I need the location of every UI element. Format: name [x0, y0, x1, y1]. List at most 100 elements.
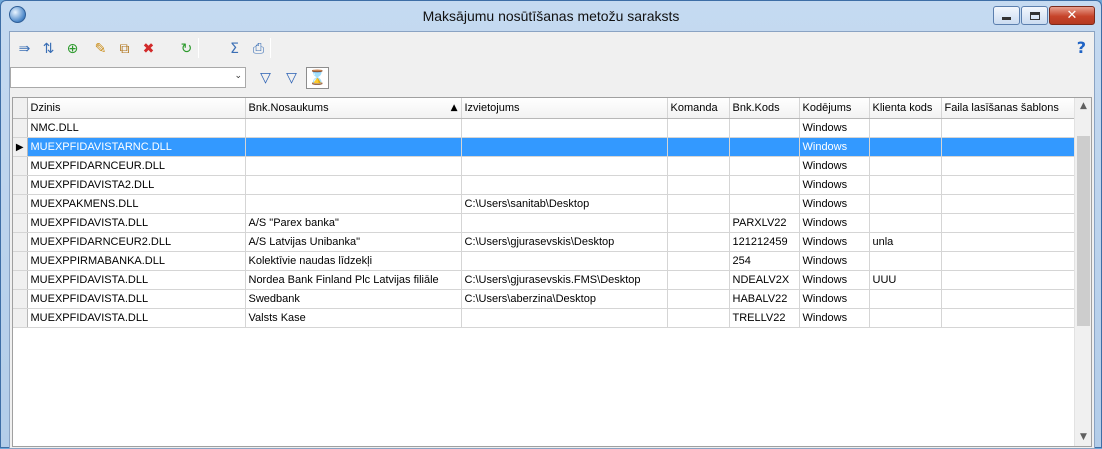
table-cell[interactable]: MUEXPFIDAVISTARNC.DLL	[27, 137, 246, 157]
row-indicator[interactable]	[13, 232, 28, 252]
table-cell[interactable]	[941, 156, 1076, 176]
table-cell[interactable]: TRELLV22	[729, 308, 800, 328]
table-cell[interactable]: 121212459	[729, 232, 800, 252]
row-indicator[interactable]: ▶	[13, 137, 28, 157]
table-row[interactable]: MUEXPFIDAVISTA.DLL Valsts Kase TRELLV22 Win…	[13, 308, 1076, 328]
table-cell[interactable]: Windows	[799, 137, 870, 157]
table-cell[interactable]: C:\Users\aberzina\Desktop	[461, 289, 668, 309]
table-cell[interactable]	[869, 251, 942, 271]
table-cell[interactable]	[667, 232, 730, 252]
table-row[interactable]: MUEXPFIDAVISTA.DLL Swedbank C:\Users\aberz…	[13, 289, 1076, 309]
table-cell[interactable]: HABALV22	[729, 289, 800, 309]
table-row[interactable]: ▶ MUEXPFIDAVISTARNC.DLL Windows	[13, 137, 1076, 157]
new-record-button[interactable]: ⊕	[62, 38, 83, 59]
column-header[interactable]: Bnk.Nosaukums ▲	[245, 98, 462, 119]
edit-button[interactable]: ✎	[90, 38, 111, 59]
table-cell[interactable]	[941, 232, 1076, 252]
table-row[interactable]: MUEXPFIDAVISTA.DLL Nordea Bank Finland Pl…	[13, 270, 1076, 290]
table-cell[interactable]	[667, 156, 730, 176]
table-cell[interactable]	[461, 118, 668, 138]
table-cell[interactable]	[729, 194, 800, 214]
table-cell[interactable]: A/S "Parex banka"	[245, 213, 462, 233]
table-cell[interactable]	[667, 194, 730, 214]
table-cell[interactable]	[869, 137, 942, 157]
table-cell[interactable]	[667, 213, 730, 233]
table-cell[interactable]: MUEXPFIDARNCEUR2.DLL	[27, 232, 246, 252]
table-cell[interactable]: Windows	[799, 308, 870, 328]
scroll-down-icon[interactable]: ▼	[1075, 429, 1091, 446]
table-cell[interactable]: MUEXPFIDAVISTA.DLL	[27, 270, 246, 290]
table-cell[interactable]: Windows	[799, 175, 870, 195]
scroll-thumb[interactable]	[1077, 136, 1090, 326]
table-cell[interactable]: Windows	[799, 270, 870, 290]
table-cell[interactable]	[245, 118, 462, 138]
table-cell[interactable]: Kolektīvie naudas līdzekļi	[245, 251, 462, 271]
close-button[interactable]: ✕	[1049, 6, 1095, 25]
table-cell[interactable]: MUEXPFIDAVISTA.DLL	[27, 289, 246, 309]
row-indicator[interactable]	[13, 118, 28, 138]
table-cell[interactable]: unla	[869, 232, 942, 252]
column-header[interactable]: Klienta kods	[869, 98, 942, 119]
table-cell[interactable]: MUEXPAKMENS.DLL	[27, 194, 246, 214]
column-header[interactable]: Bnk.Kods	[729, 98, 800, 119]
table-cell[interactable]	[667, 251, 730, 271]
table-cell[interactable]: MUEXPFIDAVISTA2.DLL	[27, 175, 246, 195]
table-cell[interactable]: Windows	[799, 213, 870, 233]
table-cell[interactable]	[461, 156, 668, 176]
table-cell[interactable]	[245, 175, 462, 195]
filter-edit-button[interactable]: ▽	[280, 67, 303, 89]
refresh-button[interactable]: ↻	[176, 38, 197, 59]
table-cell[interactable]	[667, 137, 730, 157]
help-icon[interactable]: ?	[1077, 38, 1086, 57]
table-cell[interactable]: Nordea Bank Finland Plc Latvijas filiāle	[245, 270, 462, 290]
table-cell[interactable]: C:\Users\gjurasevskis.FMS\Desktop	[461, 270, 668, 290]
table-cell[interactable]: MUEXPPIRMABANKA.DLL	[27, 251, 246, 271]
table-cell[interactable]	[869, 213, 942, 233]
table-cell[interactable]: A/S Latvijas Unibanka"	[245, 232, 462, 252]
copy-button[interactable]: ⧉	[114, 38, 135, 59]
table-cell[interactable]: Windows	[799, 156, 870, 176]
row-indicator[interactable]	[13, 175, 28, 195]
clear-filter-button[interactable]: ⌛	[306, 67, 329, 89]
table-cell[interactable]	[941, 194, 1076, 214]
table-cell[interactable]: Windows	[799, 232, 870, 252]
table-cell[interactable]	[869, 194, 942, 214]
table-row[interactable]: MUEXPFIDARNCEUR2.DLL A/S Latvijas Unibank…	[13, 232, 1076, 252]
row-indicator[interactable]	[13, 156, 28, 176]
sum-button[interactable]: Σ	[224, 38, 245, 59]
table-cell[interactable]	[941, 270, 1076, 290]
table-cell[interactable]	[869, 289, 942, 309]
table-cell[interactable]	[461, 137, 668, 157]
table-row[interactable]: MUEXPPIRMABANKA.DLL Kolektīvie naudas līd…	[13, 251, 1076, 271]
table-cell[interactable]: Windows	[799, 251, 870, 271]
table-cell[interactable]: Windows	[799, 194, 870, 214]
table-cell[interactable]: MUEXPFIDARNCEUR.DLL	[27, 156, 246, 176]
table-row[interactable]: MUEXPFIDAVISTA.DLL A/S "Parex banka" PARXL…	[13, 213, 1076, 233]
row-indicator[interactable]	[13, 308, 28, 328]
maximize-button[interactable]	[1021, 6, 1048, 25]
table-cell[interactable]	[667, 175, 730, 195]
table-row[interactable]: NMC.DLL Windows	[13, 118, 1076, 138]
sort-button[interactable]: ⇅	[38, 38, 59, 59]
table-cell[interactable]	[941, 137, 1076, 157]
row-indicator[interactable]	[13, 251, 28, 271]
table-cell[interactable]: C:\Users\sanitab\Desktop	[461, 194, 668, 214]
print-button[interactable]: ⎙	[248, 38, 269, 59]
table-cell[interactable]	[667, 118, 730, 138]
table-cell[interactable]	[461, 251, 668, 271]
export-button[interactable]: ⇛	[14, 38, 35, 59]
table-cell[interactable]: NMC.DLL	[27, 118, 246, 138]
table-cell[interactable]	[729, 137, 800, 157]
table-cell[interactable]: Valsts Kase	[245, 308, 462, 328]
table-cell[interactable]	[869, 118, 942, 138]
delete-button[interactable]: ✖	[138, 38, 159, 59]
column-header[interactable]: Komanda	[667, 98, 730, 119]
table-row[interactable]: MUEXPAKMENS.DLL C:\Users\sanitab\Desktop W…	[13, 194, 1076, 214]
row-indicator[interactable]	[13, 194, 28, 214]
table-cell[interactable]: C:\Users\gjurasevskis\Desktop	[461, 232, 668, 252]
table-cell[interactable]	[461, 213, 668, 233]
table-cell[interactable]: Windows	[799, 118, 870, 138]
minimize-button[interactable]	[993, 6, 1020, 25]
table-cell[interactable]	[941, 175, 1076, 195]
table-cell[interactable]: Windows	[799, 289, 870, 309]
